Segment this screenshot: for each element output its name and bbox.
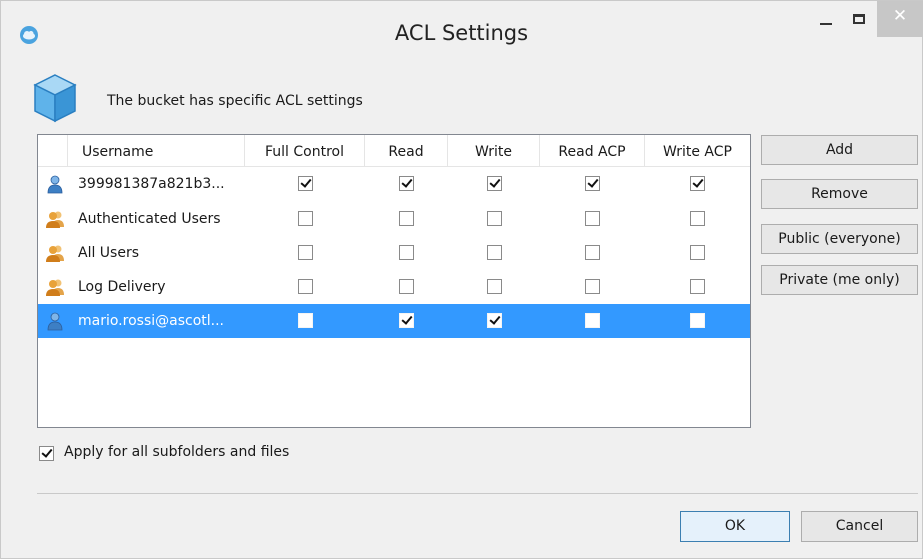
maximize-button[interactable] [843, 7, 877, 37]
checkbox-write[interactable] [487, 176, 502, 191]
user-icon [47, 312, 63, 331]
private-button[interactable]: Private (me only) [761, 265, 918, 295]
username-cell: mario.rossi@ascotl... [78, 313, 224, 329]
col-username[interactable]: Username [68, 135, 245, 166]
remove-button[interactable]: Remove [761, 179, 918, 209]
checkbox-write-acp[interactable] [690, 279, 705, 294]
close-icon: ✕ [892, 6, 908, 26]
username-cell: 399981387a821b3... [78, 176, 225, 192]
checkbox-read-acp[interactable] [585, 313, 600, 328]
checkbox-full-control[interactable] [298, 313, 313, 328]
checkbox-write-acp[interactable] [690, 313, 705, 328]
apply-subfolders-checkbox[interactable] [39, 446, 54, 461]
ok-button[interactable]: OK [680, 511, 790, 542]
checkbox-read-acp[interactable] [585, 279, 600, 294]
checkbox-write[interactable] [487, 211, 502, 226]
col-write[interactable]: Write [448, 135, 540, 166]
checkbox-read[interactable] [399, 245, 414, 260]
footer-divider [37, 493, 918, 494]
user-group-icon [46, 245, 64, 262]
acl-row[interactable]: mario.rossi@ascotl... [38, 304, 750, 338]
col-read-acp[interactable]: Read ACP [540, 135, 645, 166]
checkbox-read-acp[interactable] [585, 211, 600, 226]
apply-subfolders-label: Apply for all subfolders and files [64, 444, 290, 460]
icon-column-header [38, 135, 68, 166]
checkbox-write-acp[interactable] [690, 176, 705, 191]
username-cell: Log Delivery [78, 279, 166, 295]
col-read[interactable]: Read [365, 135, 448, 166]
checkbox-write[interactable] [487, 279, 502, 294]
acl-description: The bucket has specific ACL settings [107, 93, 363, 109]
window-title: ACL Settings [394, 21, 529, 45]
acl-row[interactable]: 399981387a821b3... [38, 167, 750, 201]
bucket-cube-icon [33, 74, 77, 123]
grid-header: Username Full Control Read Write Read AC… [38, 135, 750, 167]
close-button[interactable]: ✕ [877, 1, 923, 37]
username-cell: Authenticated Users [78, 211, 221, 227]
checkbox-full-control[interactable] [298, 279, 313, 294]
acl-grid[interactable]: Username Full Control Read Write Read AC… [37, 134, 751, 428]
checkbox-full-control[interactable] [298, 211, 313, 226]
user-icon [47, 175, 63, 194]
acl-row[interactable]: Log Delivery [38, 270, 750, 304]
public-button[interactable]: Public (everyone) [761, 224, 918, 254]
checkbox-read[interactable] [399, 279, 414, 294]
title-bar[interactable]: ACL Settings ✕ [1, 1, 923, 65]
acl-settings-window: ACL Settings ✕ The bucket has specific A… [0, 0, 923, 559]
checkbox-write[interactable] [487, 313, 502, 328]
user-group-icon [46, 279, 64, 296]
cancel-button[interactable]: Cancel [801, 511, 918, 542]
username-cell: All Users [78, 245, 140, 261]
checkbox-full-control[interactable] [298, 245, 313, 260]
acl-row[interactable]: All Users [38, 236, 750, 270]
user-group-icon [46, 211, 64, 228]
checkbox-read-acp[interactable] [585, 245, 600, 260]
checkbox-write-acp[interactable] [690, 211, 705, 226]
checkbox-read[interactable] [399, 176, 414, 191]
checkbox-write-acp[interactable] [690, 245, 705, 260]
checkbox-write[interactable] [487, 245, 502, 260]
checkbox-read[interactable] [399, 211, 414, 226]
col-full-control[interactable]: Full Control [245, 135, 365, 166]
add-button[interactable]: Add [761, 135, 918, 165]
col-write-acp[interactable]: Write ACP [645, 135, 750, 166]
checkbox-read-acp[interactable] [585, 176, 600, 191]
acl-row[interactable]: Authenticated Users [38, 202, 750, 236]
checkbox-read[interactable] [399, 313, 414, 328]
minimize-button[interactable] [809, 7, 843, 37]
checkbox-full-control[interactable] [298, 176, 313, 191]
